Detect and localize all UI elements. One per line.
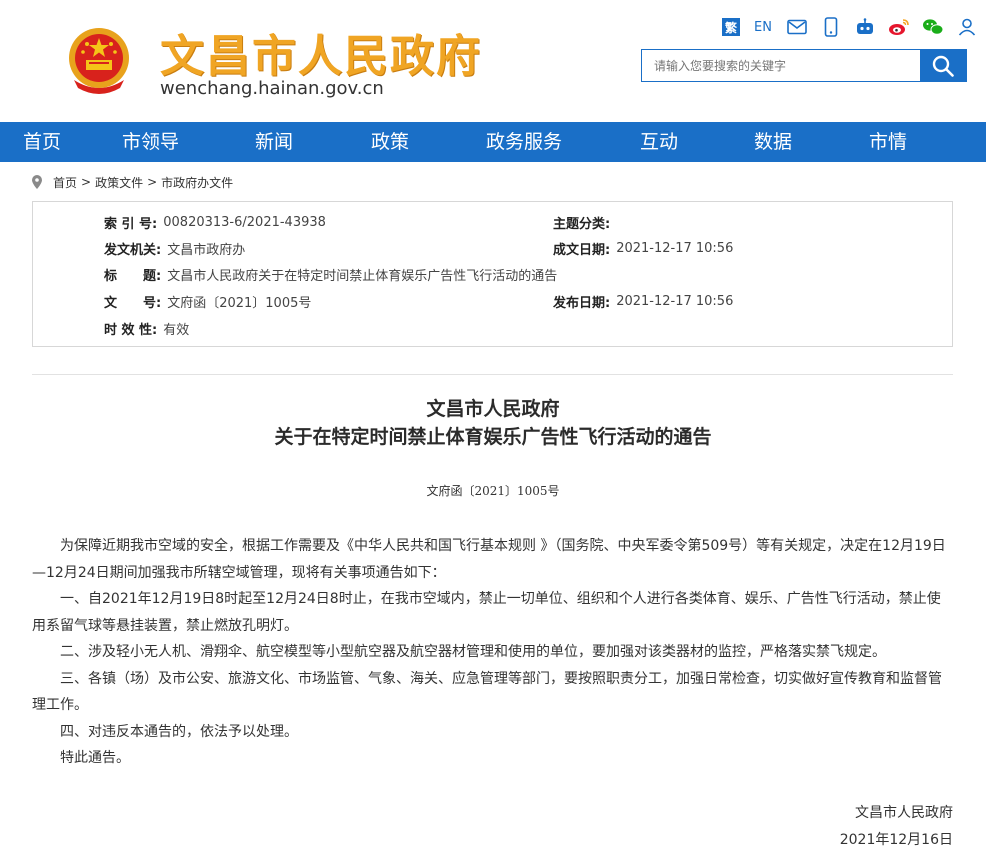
mobile-icon[interactable] [820, 17, 842, 37]
site-domain: wenchang.hainan.gov.cn [160, 78, 384, 99]
info-value: 2021-12-17 10:56 [616, 293, 734, 309]
info-label: 发布日期: [553, 295, 611, 311]
info-label: 文 号: [104, 295, 162, 311]
signature: 文昌市人民政府 [855, 805, 953, 821]
info-label: 标 题: [104, 268, 162, 284]
mail-icon[interactable] [786, 17, 808, 37]
breadcrumb: 首页 > 政策文件 > 市政府办文件 [32, 172, 233, 192]
nav-item-services[interactable]: 政务服务 [486, 122, 562, 162]
body-paragraph: 二、涉及轻小无人机、滑翔伞、航空模型等小型航空器及航空器材管理和使用的单位，要加… [60, 644, 886, 660]
info-docno-row: 文 号: 文府函〔2021〕1005号 [104, 292, 312, 311]
site-header: 文昌市人民政府 wenchang.hainan.gov.cn 繁 EN [0, 0, 986, 122]
search-input[interactable] [642, 50, 920, 81]
body-paragraph: 三、各镇（场）及市公安、旅游文化、市场监管、气象、海关、应急管理等部门，要按照职… [32, 670, 942, 714]
user-icon[interactable] [956, 17, 978, 37]
info-title-row: 标 题: 文昌市人民政府关于在特定时间禁止体育娱乐广告性飞行活动的通告 [104, 265, 558, 284]
info-label: 成文日期: [553, 242, 611, 258]
info-value: 文昌市人民政府关于在特定时间禁止体育娱乐广告性飞行活动的通告 [167, 268, 558, 284]
document-info-box: 索 引 号: 00820313-6/2021-43938 主题分类: 发文机关:… [32, 201, 953, 347]
national-emblem-icon [69, 28, 129, 94]
search-button[interactable] [920, 50, 966, 81]
signature-date: 2021年12月16日 [839, 832, 953, 848]
nav-item-interaction[interactable]: 互动 [640, 122, 678, 162]
traditional-chinese-button[interactable]: 繁 [722, 18, 740, 36]
nav-item-policy[interactable]: 政策 [371, 122, 409, 162]
search-icon [932, 55, 954, 77]
location-pin-icon [32, 175, 42, 189]
main-nav: 首页 市领导 新闻 政策 政务服务 互动 数据 市情 [0, 122, 986, 162]
document-body: 为保障近期我市空域的安全，根据工作需要及《中华人民共和国飞行基本规则 》（国务院… [32, 533, 953, 772]
info-label: 时 效 性: [104, 322, 158, 338]
info-value: 2021-12-17 10:56 [616, 240, 734, 256]
info-value: 00820313-6/2021-43938 [163, 214, 326, 230]
breadcrumb-home[interactable]: 首页 [53, 174, 77, 191]
info-validity-row: 时 效 性: 有效 [104, 319, 190, 338]
breadcrumb-policy[interactable]: 政策文件 [95, 174, 143, 191]
breadcrumb-current[interactable]: 市政府办文件 [161, 174, 233, 191]
nav-item-news[interactable]: 新闻 [255, 122, 293, 162]
nav-item-home[interactable]: 首页 [23, 122, 61, 162]
info-topic-row: 主题分类: [553, 213, 616, 232]
breadcrumb-separator: > [147, 175, 158, 189]
weibo-icon[interactable] [888, 17, 910, 37]
body-paragraph: 特此通告。 [60, 750, 130, 766]
info-index-row: 索 引 号: 00820313-6/2021-43938 [104, 213, 326, 232]
body-paragraph: 四、对违反本通告的，依法予以处理。 [60, 723, 298, 740]
wechat-icon[interactable] [922, 17, 944, 37]
info-value: 有效 [163, 322, 190, 338]
info-issuer-row: 发文机关: 文昌市政府办 [104, 239, 246, 258]
body-paragraph: 一、自2021年12月19日8时起至12月24日8时止，在我市空域内，禁止一切单… [32, 591, 941, 634]
breadcrumb-separator: > [81, 175, 92, 189]
nav-item-leaders[interactable]: 市领导 [122, 122, 179, 162]
robot-icon[interactable] [854, 17, 876, 37]
nav-item-city[interactable]: 市情 [869, 122, 907, 162]
info-label: 主题分类: [553, 216, 611, 232]
info-label: 发文机关: [104, 242, 162, 258]
info-created-row: 成文日期: 2021-12-17 10:56 [553, 239, 734, 258]
search-box [641, 49, 967, 82]
document-title-line1: 文昌市人民政府 [426, 398, 560, 420]
document-title-line2: 关于在特定时间禁止体育娱乐广告性飞行活动的通告 [274, 426, 712, 448]
document-number: 文府函〔2021〕1005号 [426, 484, 560, 498]
info-label: 索 引 号: [104, 216, 158, 232]
info-published-row: 发布日期: 2021-12-17 10:56 [553, 292, 734, 311]
body-paragraph: 为保障近期我市空域的安全，根据工作需要及《中华人民共和国飞行基本规则 》（国务院… [32, 538, 946, 581]
header-tools: 繁 EN [722, 16, 986, 38]
info-value: 文府函〔2021〕1005号 [167, 295, 312, 311]
english-button[interactable]: EN [752, 17, 774, 37]
divider [32, 374, 953, 375]
nav-item-data[interactable]: 数据 [754, 122, 792, 162]
site-title[interactable]: 文昌市人民政府 [160, 20, 482, 84]
info-value: 文昌市政府办 [167, 242, 246, 258]
